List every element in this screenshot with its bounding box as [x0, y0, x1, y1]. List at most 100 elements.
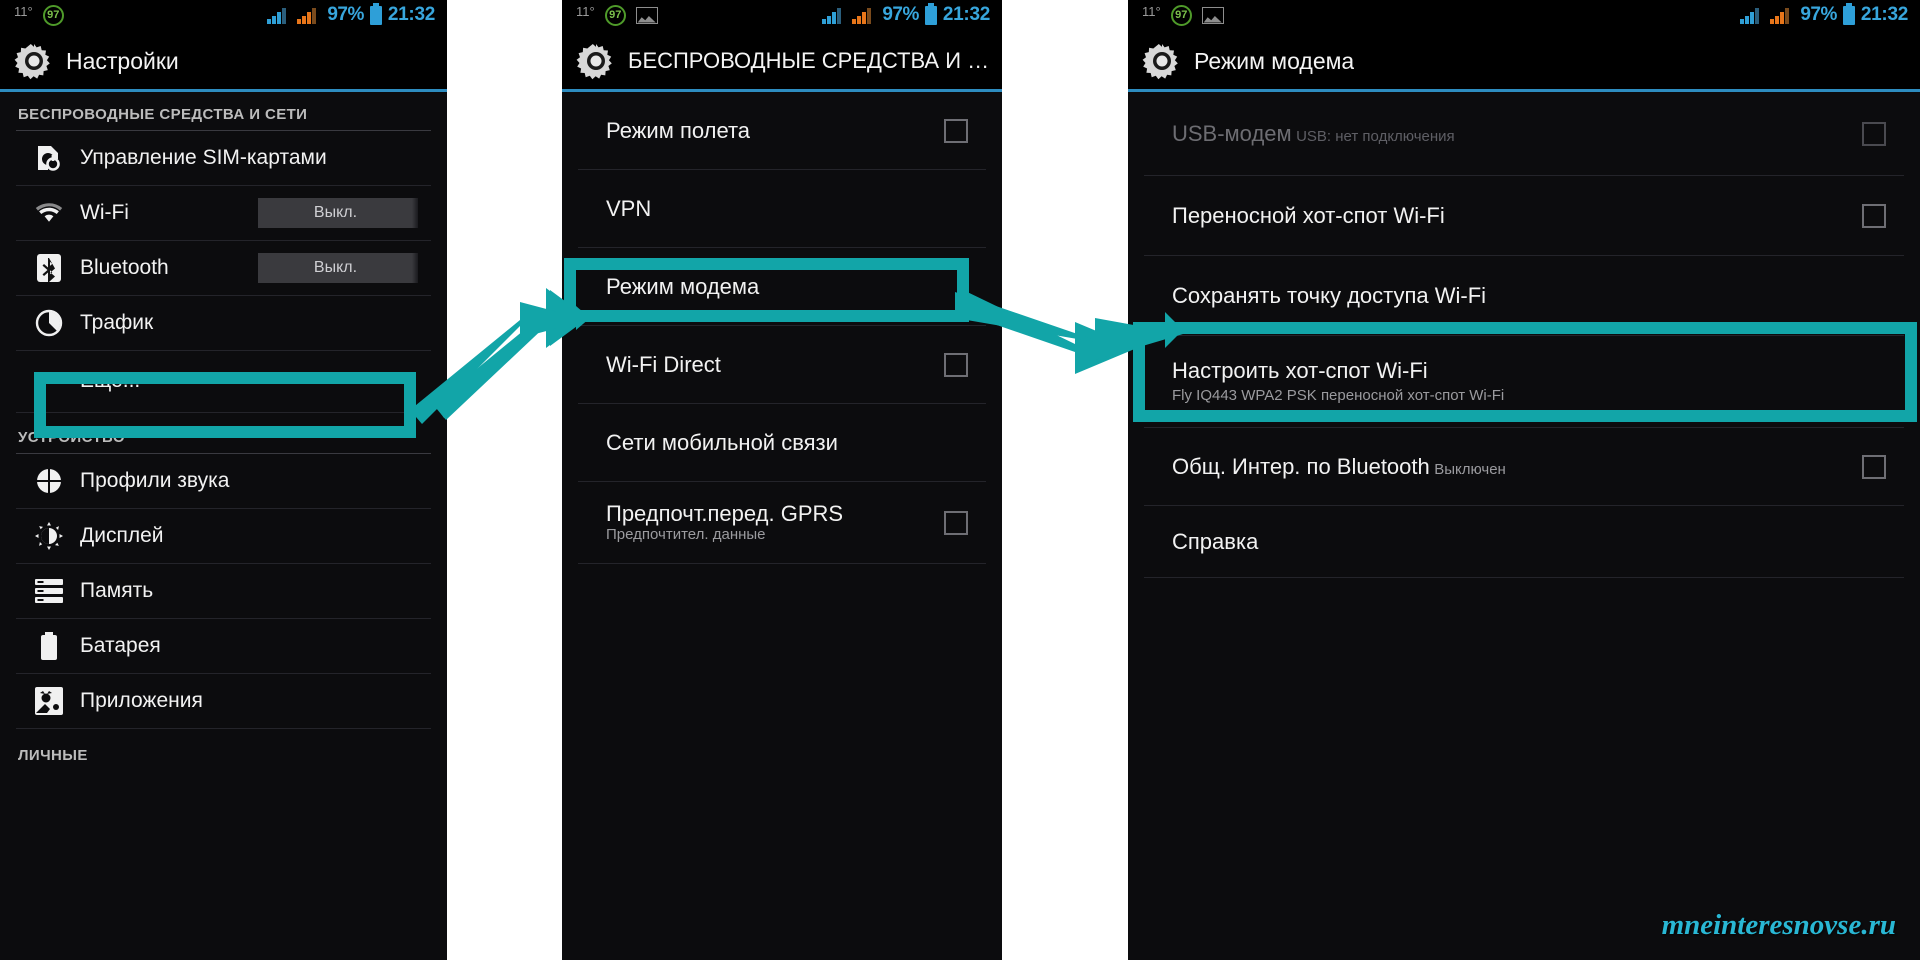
- list-item-text: Дисплей: [80, 515, 413, 558]
- data-usage-icon: [34, 309, 64, 337]
- list-item-text: Трафик: [80, 302, 413, 345]
- list-item-label: Управление SIM-картами: [80, 145, 327, 169]
- battery-circle-icon: 97: [42, 4, 64, 26]
- status-bar-right: 97% 21:32: [822, 2, 996, 26]
- list-item-text: Настроить хот-спот Wi-Fi Fly IQ443 WPA2 …: [1172, 349, 1886, 414]
- list-item-tethering[interactable]: Режим модема: [578, 248, 986, 326]
- signal-sim2-icon: [1770, 7, 1794, 24]
- list-item-label: Память: [80, 578, 154, 602]
- battery-percent-label: 97%: [882, 4, 919, 25]
- display-icon: [34, 522, 64, 550]
- airplane-mode-checkbox[interactable]: [944, 118, 968, 143]
- battery-percent-label: 97%: [1800, 4, 1837, 25]
- list-item-data-usage[interactable]: Трафик: [16, 296, 431, 351]
- list-item-text: Wi-Fi: [80, 192, 258, 235]
- list-item-label: Справка: [1172, 528, 1259, 554]
- status-bar: 11° 97 97% 21:32: [0, 0, 447, 30]
- list-item-text: Bluetooth: [80, 247, 258, 290]
- wifi-toggle-value[interactable]: Выкл.: [258, 198, 418, 228]
- list-item-label: Bluetooth: [80, 255, 169, 279]
- list-item-gprs-preference[interactable]: Предпочт.перед. GPRS Предпочтител. данны…: [578, 482, 986, 564]
- battery-icon: [369, 2, 382, 25]
- list-item-text: Wi-Fi Direct: [606, 343, 944, 387]
- status-bar-left: 11° 97: [6, 4, 64, 26]
- photo-icon: [1201, 6, 1224, 24]
- clock-label: 21:32: [1860, 4, 1908, 25]
- battery-icon: [1842, 2, 1855, 25]
- status-bar-right: 97% 21:32: [1740, 2, 1914, 26]
- settings-list: БЕСПРОВОДНЫЕ СРЕДСТВА И СЕТИ Управление …: [0, 92, 447, 771]
- action-bar: Режим модема: [1128, 30, 1920, 92]
- list-item-label: Wi-Fi Direct: [606, 351, 721, 377]
- list-item-help[interactable]: Справка: [1144, 506, 1904, 578]
- list-item-storage[interactable]: Память: [16, 564, 431, 619]
- signal-sim2-icon: [852, 7, 876, 24]
- list-item-text: Приложения: [80, 680, 413, 723]
- signal-sim1-icon: [267, 7, 291, 24]
- list-item-label: Режим полета: [606, 117, 751, 143]
- battery-circle-icon: 97: [1170, 4, 1192, 26]
- list-item-text: Переносной хот-спот Wi-Fi: [1172, 194, 1862, 238]
- screenshot-stage: 11° 97 97% 21:32 Настройки БЕСПРОВОДНЫЕ …: [0, 0, 1920, 960]
- list-item-label: Wi-Fi: [80, 200, 129, 224]
- list-item-label: Сохранять точку доступа Wi-Fi: [1172, 282, 1487, 308]
- list-item-sublabel: Выключен: [1434, 460, 1506, 478]
- list-item-wifi-direct[interactable]: Wi-Fi Direct: [578, 326, 986, 404]
- clock-label: 21:32: [387, 4, 435, 25]
- status-bar-left: 11° 97: [1134, 3, 1224, 26]
- list-item-more[interactable]: Еще...: [16, 351, 431, 413]
- arrow-more-to-tethering: [410, 288, 590, 424]
- action-bar: БЕСПРОВОДНЫЕ СРЕДСТВА И СЕ...: [562, 30, 1002, 92]
- signal-sim1-icon: [1740, 7, 1764, 24]
- bluetooth-toggle-value[interactable]: Выкл.: [258, 253, 418, 283]
- list-item-sublabel: Предпочтител. данные: [606, 526, 766, 544]
- temperature-indicator: 11°: [1142, 3, 1161, 19]
- list-item-vpn[interactable]: VPN: [578, 170, 986, 248]
- settings-screen-panel: 11° 97 97% 21:32 Настройки БЕСПРОВОДНЫЕ …: [0, 0, 447, 960]
- usb-tethering-checkbox: [1862, 121, 1886, 146]
- list-item-label: Переносной хот-спот Wi-Fi: [1172, 202, 1445, 228]
- list-item-sublabel: USB: нет подключения: [1296, 127, 1455, 145]
- action-bar: Настройки: [0, 30, 447, 92]
- section-header-device: УСТРОЙСТВО: [16, 413, 431, 454]
- list-item-configure-hotspot[interactable]: Настроить хот-спот Wi-Fi Fly IQ443 WPA2 …: [1144, 336, 1904, 428]
- list-item-text: Управление SIM-картами: [80, 137, 413, 180]
- list-item-airplane-mode[interactable]: Режим полета: [578, 92, 986, 170]
- clock-label: 21:32: [942, 4, 990, 25]
- list-item-text: Сети мобильной связи: [606, 421, 968, 465]
- status-bar-left: 11° 97: [568, 3, 658, 26]
- gprs-preference-checkbox[interactable]: [944, 510, 968, 535]
- list-item-text: Память: [80, 570, 413, 613]
- list-item-mobile-networks[interactable]: Сети мобильной связи: [578, 404, 986, 482]
- list-item-bluetooth-tethering[interactable]: Общ. Интер. по Bluetooth Выключен: [1144, 428, 1904, 506]
- page-title: Режим модема: [1194, 47, 1355, 74]
- list-item-sublabel: Fly IQ443 WPA2 PSK переносной хот-спот W…: [1172, 386, 1505, 404]
- battery-percent-label: 97%: [327, 4, 364, 25]
- bluetooth-tethering-checkbox[interactable]: [1862, 454, 1886, 479]
- temperature-indicator: 11°: [576, 3, 595, 19]
- list-item-battery[interactable]: Батарея: [16, 619, 431, 674]
- list-item-display[interactable]: Дисплей: [16, 509, 431, 564]
- list-item-text: Предпочт.перед. GPRS Предпочтител. данны…: [606, 492, 944, 554]
- list-item-keep-hotspot[interactable]: Сохранять точку доступа Wi-Fi: [1144, 256, 1904, 336]
- list-item-bluetooth[interactable]: Bluetooth Выкл.: [16, 241, 431, 296]
- battery-icon: [34, 632, 64, 660]
- apps-icon: [34, 687, 64, 715]
- list-item-apps[interactable]: Приложения: [16, 674, 431, 729]
- list-item-text: Общ. Интер. по Bluetooth Выключен: [1172, 445, 1862, 489]
- list-item-text: Режим модема: [606, 265, 968, 309]
- portable-hotspot-checkbox[interactable]: [1862, 203, 1886, 228]
- list-item-portable-hotspot[interactable]: Переносной хот-спот Wi-Fi: [1144, 176, 1904, 256]
- list-item-label: Еще...: [80, 369, 141, 393]
- list-item-label: Предпочт.перед. GPRS: [606, 500, 844, 526]
- sim-card-icon: [34, 144, 64, 172]
- list-item-label: Приложения: [80, 688, 203, 712]
- section-header-personal: ЛИЧНЫЕ: [18, 747, 88, 764]
- signal-sim2-icon: [297, 7, 321, 24]
- watermark-label: mneinteresnovse.ru: [1661, 909, 1896, 941]
- list-item-wifi[interactable]: Wi-Fi Выкл.: [16, 186, 431, 241]
- list-item-usb-tethering: USB-модем USB: нет подключения: [1144, 92, 1904, 176]
- photo-icon: [635, 6, 658, 24]
- list-item-sim-management[interactable]: Управление SIM-картами: [16, 131, 431, 186]
- list-item-sound-profiles[interactable]: Профили звука: [16, 454, 431, 509]
